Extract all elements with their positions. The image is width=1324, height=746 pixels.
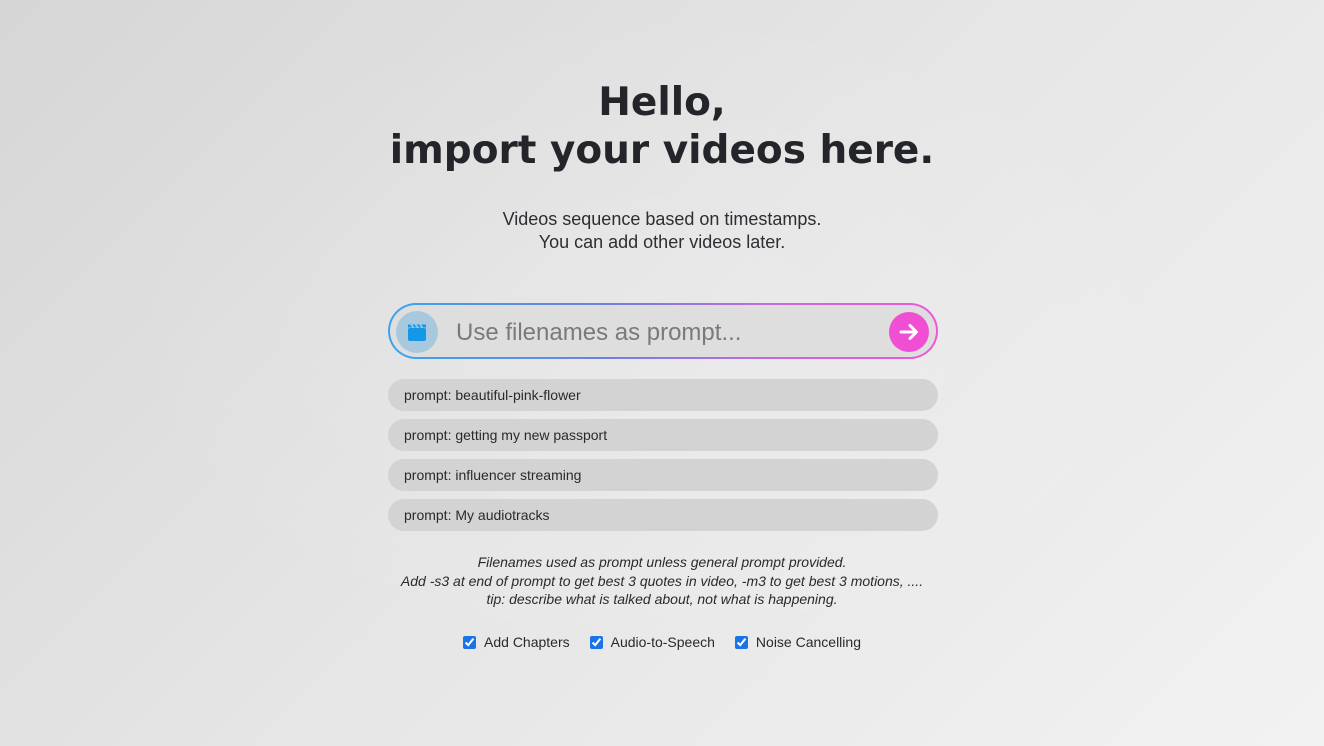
options-row: Add Chapters Audio-to-Speech Noise Cance… bbox=[0, 634, 1324, 650]
prompt-suggestions: prompt: beautiful-pink-flower prompt: ge… bbox=[388, 379, 938, 539]
video-import-button[interactable] bbox=[396, 311, 438, 353]
note-line-2: Add -s3 at end of prompt to get best 3 q… bbox=[400, 572, 924, 589]
help-notes: Filenames used as prompt unless general … bbox=[0, 553, 1324, 609]
suggestion-item[interactable]: prompt: getting my new passport bbox=[388, 419, 938, 451]
prompt-bar-inner bbox=[390, 305, 936, 357]
arrow-right-icon bbox=[899, 324, 918, 340]
suggestion-item[interactable]: prompt: My audiotracks bbox=[388, 499, 938, 531]
note-line-3: tip: describe what is talked about, not … bbox=[486, 591, 838, 607]
title-line-1: Hello, bbox=[598, 80, 726, 125]
submit-button[interactable] bbox=[889, 312, 929, 352]
add-chapters-label: Add Chapters bbox=[484, 634, 570, 650]
noise-cancelling-checkbox[interactable] bbox=[734, 635, 748, 649]
prompt-bar bbox=[388, 303, 938, 359]
suggestion-item[interactable]: prompt: influencer streaming bbox=[388, 459, 938, 491]
prompt-input[interactable] bbox=[454, 313, 878, 353]
subtitle-line-2: You can add other videos later. bbox=[538, 232, 786, 252]
subtitle-line-1: Videos sequence based on timestamps. bbox=[502, 209, 822, 229]
option-noise-cancelling[interactable]: Noise Cancelling bbox=[734, 634, 861, 650]
option-audio-to-speech[interactable]: Audio-to-Speech bbox=[589, 634, 715, 650]
title-line-2: import your videos here. bbox=[389, 128, 935, 173]
noise-cancelling-label: Noise Cancelling bbox=[755, 634, 861, 650]
clapperboard-icon bbox=[408, 323, 426, 341]
audio-to-speech-checkbox[interactable] bbox=[589, 635, 603, 649]
page-title: Hello, import your videos here. bbox=[0, 79, 1324, 175]
note-line-1: Filenames used as prompt unless general … bbox=[477, 554, 847, 570]
suggestion-item[interactable]: prompt: beautiful-pink-flower bbox=[388, 379, 938, 411]
option-add-chapters[interactable]: Add Chapters bbox=[463, 634, 570, 650]
subtitle: Videos sequence based on timestamps. You… bbox=[0, 208, 1324, 254]
add-chapters-checkbox[interactable] bbox=[463, 635, 477, 649]
audio-to-speech-label: Audio-to-Speech bbox=[610, 634, 715, 650]
